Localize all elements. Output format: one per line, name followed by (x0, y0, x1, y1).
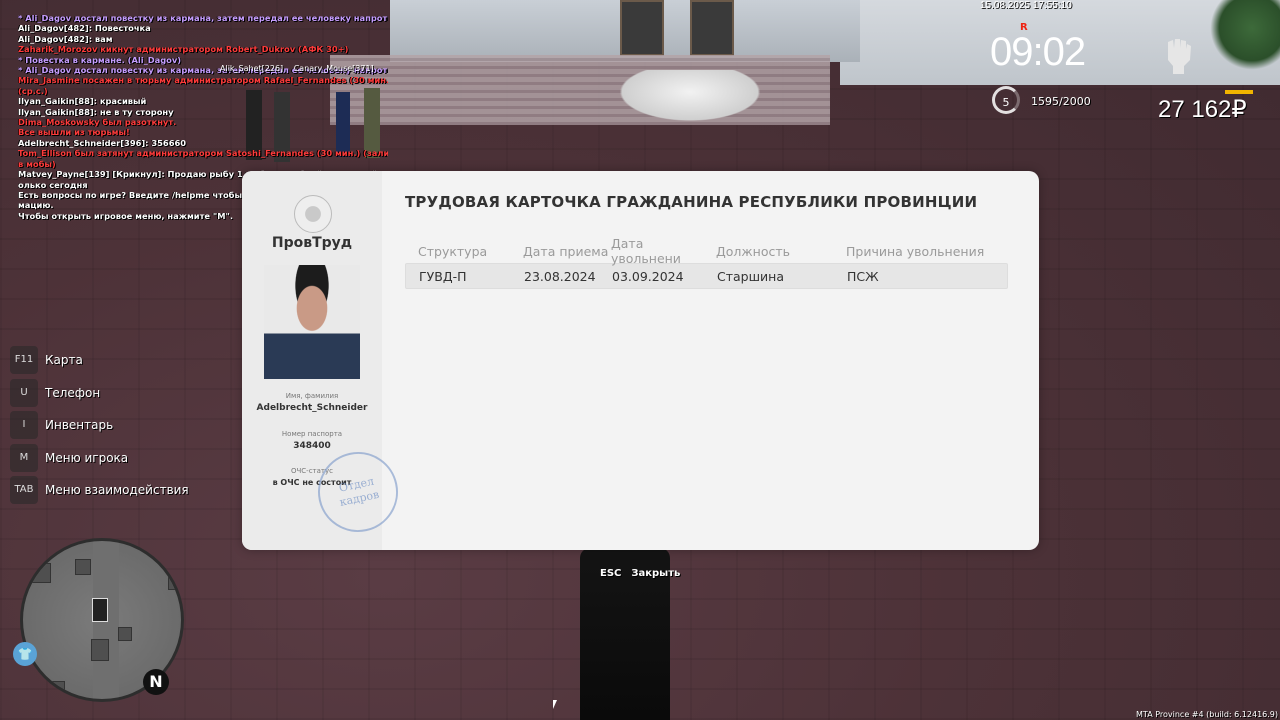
mouse-cursor (553, 700, 557, 709)
name-tag: Canary_Mouse[371] (293, 64, 374, 73)
name-label: Имя, фамилия (285, 392, 339, 400)
shirt-icon: 👕 (13, 642, 37, 666)
citizen-photo (264, 265, 360, 379)
hotkey-item[interactable]: M Меню игрока (10, 443, 189, 472)
hud-level: 5 (992, 86, 1020, 114)
minimap-building (118, 627, 132, 641)
minimap-player-marker (92, 598, 108, 622)
minimap-building (91, 639, 109, 661)
chat-line: (ср.с.) (18, 85, 48, 96)
org-name: ПровТруд (271, 235, 353, 251)
hotkey-key: F11 (10, 346, 38, 374)
north-indicator: N (143, 669, 169, 695)
hud-time: 09:02 (990, 30, 1086, 74)
table-header: Структура Дата приема Дата увольнени Дол… (405, 236, 1008, 266)
passport-value: 348400 (293, 441, 331, 451)
cell-reason: ПСЖ (847, 268, 879, 284)
cell-position: Старшина (717, 268, 784, 284)
hotkey-key: TAB (10, 476, 38, 504)
close-label: Закрыть (631, 568, 681, 579)
hotkey-label: Меню взаимодействия (45, 483, 189, 497)
hotkey-key: U (10, 378, 38, 407)
minimap-building (75, 559, 91, 575)
background-building (390, 0, 860, 62)
chat-line: Tom_Ellison был затянут администратором … (18, 148, 388, 159)
column-header: Причина увольнения (846, 243, 985, 259)
column-header: Структура (418, 243, 488, 259)
cell-structure: ГУВД-П (419, 268, 467, 284)
hotkey-item[interactable]: F11 Карта (10, 346, 189, 374)
chat-line: Все вышли из тюрьмы! (18, 127, 130, 138)
column-header: Дата приема (523, 243, 609, 259)
chat-line: Dima_Moskowsky был разоткнут. (18, 117, 177, 128)
hotkey-item[interactable]: U Телефон (10, 378, 189, 407)
column-header: Дата увольнени (611, 236, 681, 266)
cell-hire-date: 23.08.2024 (524, 268, 596, 284)
chat-line: Adelbrecht_Schneider[396]: 356660 (18, 137, 187, 148)
building-door (620, 0, 664, 56)
card-title: ТРУДОВАЯ КАРТОЧКА ГРАЖДАНИНА РЕСПУБЛИКИ … (405, 193, 978, 211)
hud-datetime: 15.08.2025 17:55:10 (980, 0, 1072, 11)
name-value: Adelbrecht_Schneider (256, 403, 368, 413)
hotkey-label: Меню игрока (45, 450, 129, 465)
emblem-icon (294, 195, 332, 233)
chat-line: * Ali_Dagov достал повестку из кармана, … (18, 13, 388, 23)
chat-line: Ilyan_Gaikin[88]: не в ту сторону (18, 106, 174, 117)
background-tree (1210, 0, 1280, 70)
table-row: ГУВД-П 23.08.2024 03.09.2024 Старшина ПС… (405, 263, 1008, 289)
chat-line: Ali_Dagov[482]: Повесточка (18, 23, 151, 34)
hotkey-label: Карта (45, 353, 83, 367)
hotkey-label: Инвентарь (45, 418, 114, 432)
hotkey-key: M (10, 443, 38, 472)
chat-line: Ilyan_Gaikin[88]: красивый (18, 96, 147, 107)
cell-dismissal-date: 03.09.2024 (612, 268, 684, 284)
minimap-building (31, 563, 51, 583)
employment-table: Структура Дата приема Дата увольнени Дол… (405, 236, 1008, 289)
hotkey-key: I (10, 411, 38, 439)
hud-money: 27 162₽ (1158, 96, 1247, 123)
hotkey-item[interactable]: TAB Меню взаимодействия (10, 476, 189, 504)
hud-xp: 1595/2000 (1031, 95, 1091, 108)
chat-line: Ali_Dagov[482]: вам (18, 33, 113, 44)
chat-line: Zaharik_Morozov кикнут администратором R… (18, 44, 349, 55)
player-name-tags: Alik_Sahet[226] Canary_Mouse[371] (220, 64, 374, 73)
name-tag: Alik_Sahet[226] (220, 64, 284, 73)
background-car (610, 70, 770, 125)
chat-line: в мобы) (18, 158, 56, 169)
minimap-building (168, 576, 181, 590)
passport-label: Номер паспорта (281, 430, 343, 438)
close-key: ESC (600, 568, 622, 579)
hotkey-menu: F11 Карта U Телефон I Инвентарь M Меню игрока TA… (10, 346, 189, 509)
chat-line: Mira_Jasmine посажен в тюрьму администра… (18, 75, 388, 86)
hotkey-label: Телефон (45, 385, 101, 400)
building-door (690, 0, 734, 56)
employment-card-dialog: ПровТруд Имя, фамилия Adelbrecht_Schneid… (242, 171, 1039, 550)
build-info: MTA Province #4 (build: 6.12416.9) (1136, 710, 1278, 719)
close-button[interactable]: ESC Закрыть (600, 568, 680, 579)
hud-money-accent (1225, 90, 1253, 94)
hotkey-item[interactable]: I Инвентарь (10, 411, 189, 439)
fist-icon (1168, 39, 1191, 74)
column-header: Должность (716, 243, 791, 259)
minimap-building (51, 681, 65, 695)
